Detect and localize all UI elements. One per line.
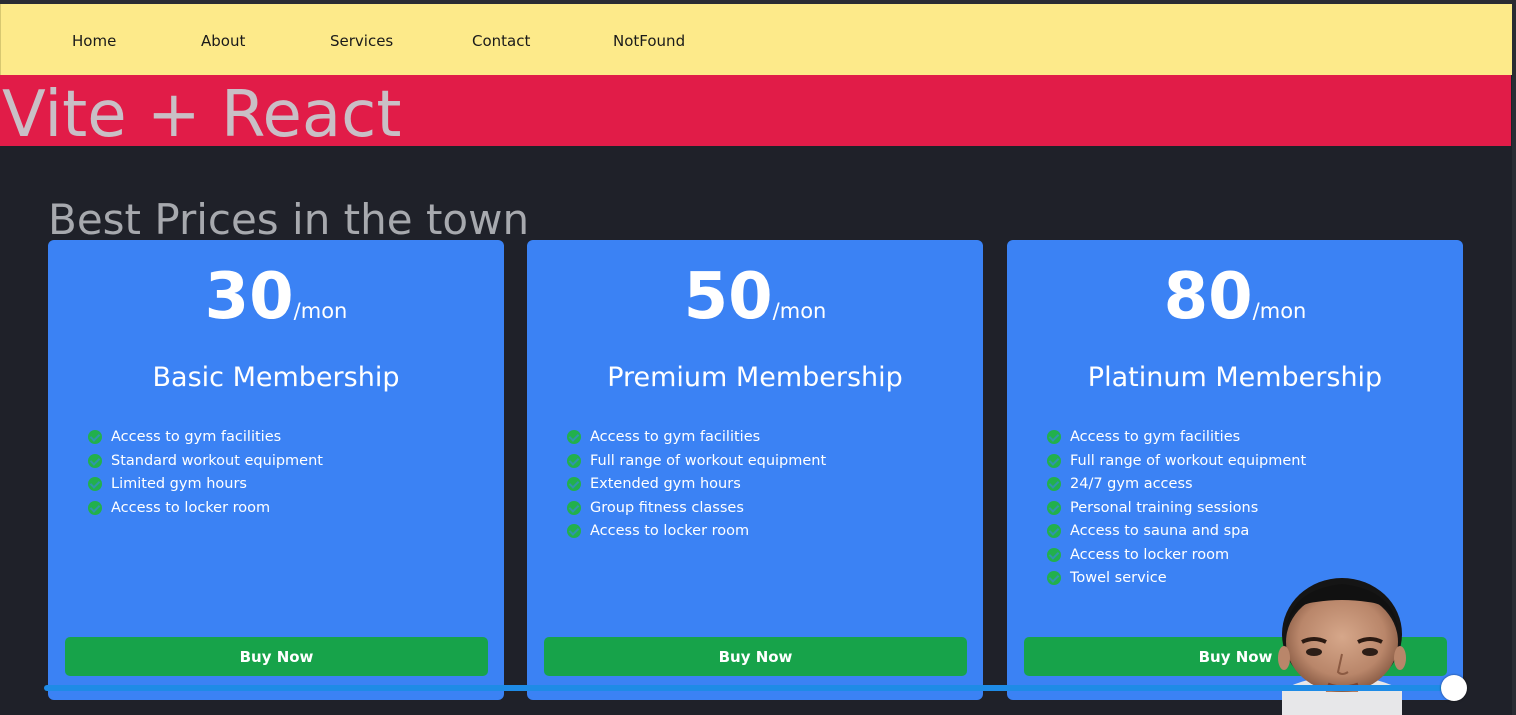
feature-list: Access to gym facilities Full range of w… [567, 427, 826, 545]
buy-now-button[interactable]: Buy Now [65, 637, 488, 676]
feature-item: 24/7 gym access [1047, 474, 1306, 498]
check-circle-icon [88, 500, 102, 515]
price-unit: /mon [293, 299, 348, 323]
nav-item-services[interactable]: Services [330, 32, 393, 50]
feature-text: Access to gym facilities [111, 429, 282, 445]
check-circle-icon [1047, 477, 1061, 491]
presenter-face-image [1278, 578, 1406, 715]
check-circle-icon [88, 477, 102, 491]
check-circle-icon [1047, 453, 1061, 468]
feature-item: Full range of workout equipment [567, 451, 826, 475]
price: 50/mon [527, 262, 983, 332]
feature-text: Access to locker room [590, 523, 750, 539]
check-circle-icon [567, 453, 581, 468]
check-circle-icon [1047, 547, 1061, 562]
video-progress-bar[interactable] [44, 685, 1456, 691]
feature-item: Access to locker room [567, 521, 826, 545]
feature-item: Limited gym hours [88, 474, 323, 498]
check-circle-icon [88, 453, 102, 468]
feature-text: 24/7 gym access [1070, 476, 1193, 492]
check-circle-icon [1047, 500, 1061, 515]
pricing-card-premium: 50/mon Premium Membership Access to gym … [527, 240, 983, 700]
price-amount: 30 [204, 260, 294, 334]
plan-name: Basic Membership [152, 362, 400, 393]
feature-item: Access to locker room [1047, 545, 1306, 569]
nav-item-contact[interactable]: Contact [472, 32, 530, 50]
feature-item: Standard workout equipment [88, 451, 323, 475]
feature-text: Group fitness classes [590, 499, 744, 516]
nav-item-about[interactable]: About [201, 32, 245, 50]
feature-item: Access to gym facilities [1047, 427, 1306, 451]
feature-text: Access to locker room [111, 499, 271, 516]
price-unit: /mon [772, 299, 827, 323]
check-circle-icon [1047, 524, 1061, 538]
webcam-overlay [1268, 572, 1416, 715]
feature-text: Access to gym facilities [1070, 429, 1241, 445]
feature-text: Access to locker room [1070, 546, 1230, 563]
feature-item: Access to locker room [88, 498, 323, 522]
navbar: Home About Services Contact NotFound [0, 4, 1512, 75]
pricing-card-basic: 30/mon Basic Membership Access to gym fa… [48, 240, 504, 700]
price-unit: /mon [1252, 299, 1307, 323]
check-circle-icon [1047, 571, 1061, 585]
check-circle-icon [567, 430, 581, 444]
feature-item: Group fitness classes [567, 498, 826, 522]
price-amount: 80 [1163, 260, 1253, 334]
check-circle-icon [1047, 430, 1061, 444]
feature-text: Full range of workout equipment [1070, 452, 1307, 469]
check-circle-icon [567, 500, 581, 515]
feature-text: Standard workout equipment [111, 452, 323, 469]
video-frame: Home About Services Contact NotFound Vit… [0, 0, 1516, 715]
price: 80/mon [1007, 262, 1463, 332]
feature-item: Full range of workout equipment [1047, 451, 1306, 475]
pricing-heading: Best Prices in the town [48, 195, 530, 244]
check-circle-icon [88, 430, 102, 444]
banner-title: Vite + React [2, 78, 402, 152]
feature-text: Access to sauna and spa [1070, 523, 1250, 539]
nav-item-home[interactable]: Home [72, 32, 116, 50]
nav-item-notfound[interactable]: NotFound [613, 32, 685, 50]
feature-item: Access to sauna and spa [1047, 521, 1306, 545]
feature-text: Towel service [1070, 570, 1167, 586]
feature-text: Full range of workout equipment [590, 452, 827, 469]
plan-name: Premium Membership [607, 362, 903, 393]
feature-item: Extended gym hours [567, 474, 826, 498]
price: 30/mon [48, 262, 504, 332]
feature-text: Limited gym hours [111, 476, 247, 492]
right-edge [1512, 0, 1516, 715]
feature-list: Access to gym facilities Full range of w… [1047, 427, 1306, 592]
price-amount: 50 [683, 260, 773, 334]
feature-text: Access to gym facilities [590, 429, 761, 445]
feature-text: Extended gym hours [590, 476, 741, 492]
feature-item: Access to gym facilities [88, 427, 323, 451]
feature-item: Access to gym facilities [567, 427, 826, 451]
feature-item: Personal training sessions [1047, 498, 1306, 522]
feature-text: Personal training sessions [1070, 499, 1259, 516]
buy-now-button[interactable]: Buy Now [544, 637, 967, 676]
video-progress-handle[interactable] [1441, 675, 1467, 701]
plan-name: Platinum Membership [1087, 362, 1383, 393]
check-circle-icon [567, 524, 581, 538]
check-circle-icon [567, 477, 581, 491]
feature-list: Access to gym facilities Standard workou… [88, 427, 323, 521]
